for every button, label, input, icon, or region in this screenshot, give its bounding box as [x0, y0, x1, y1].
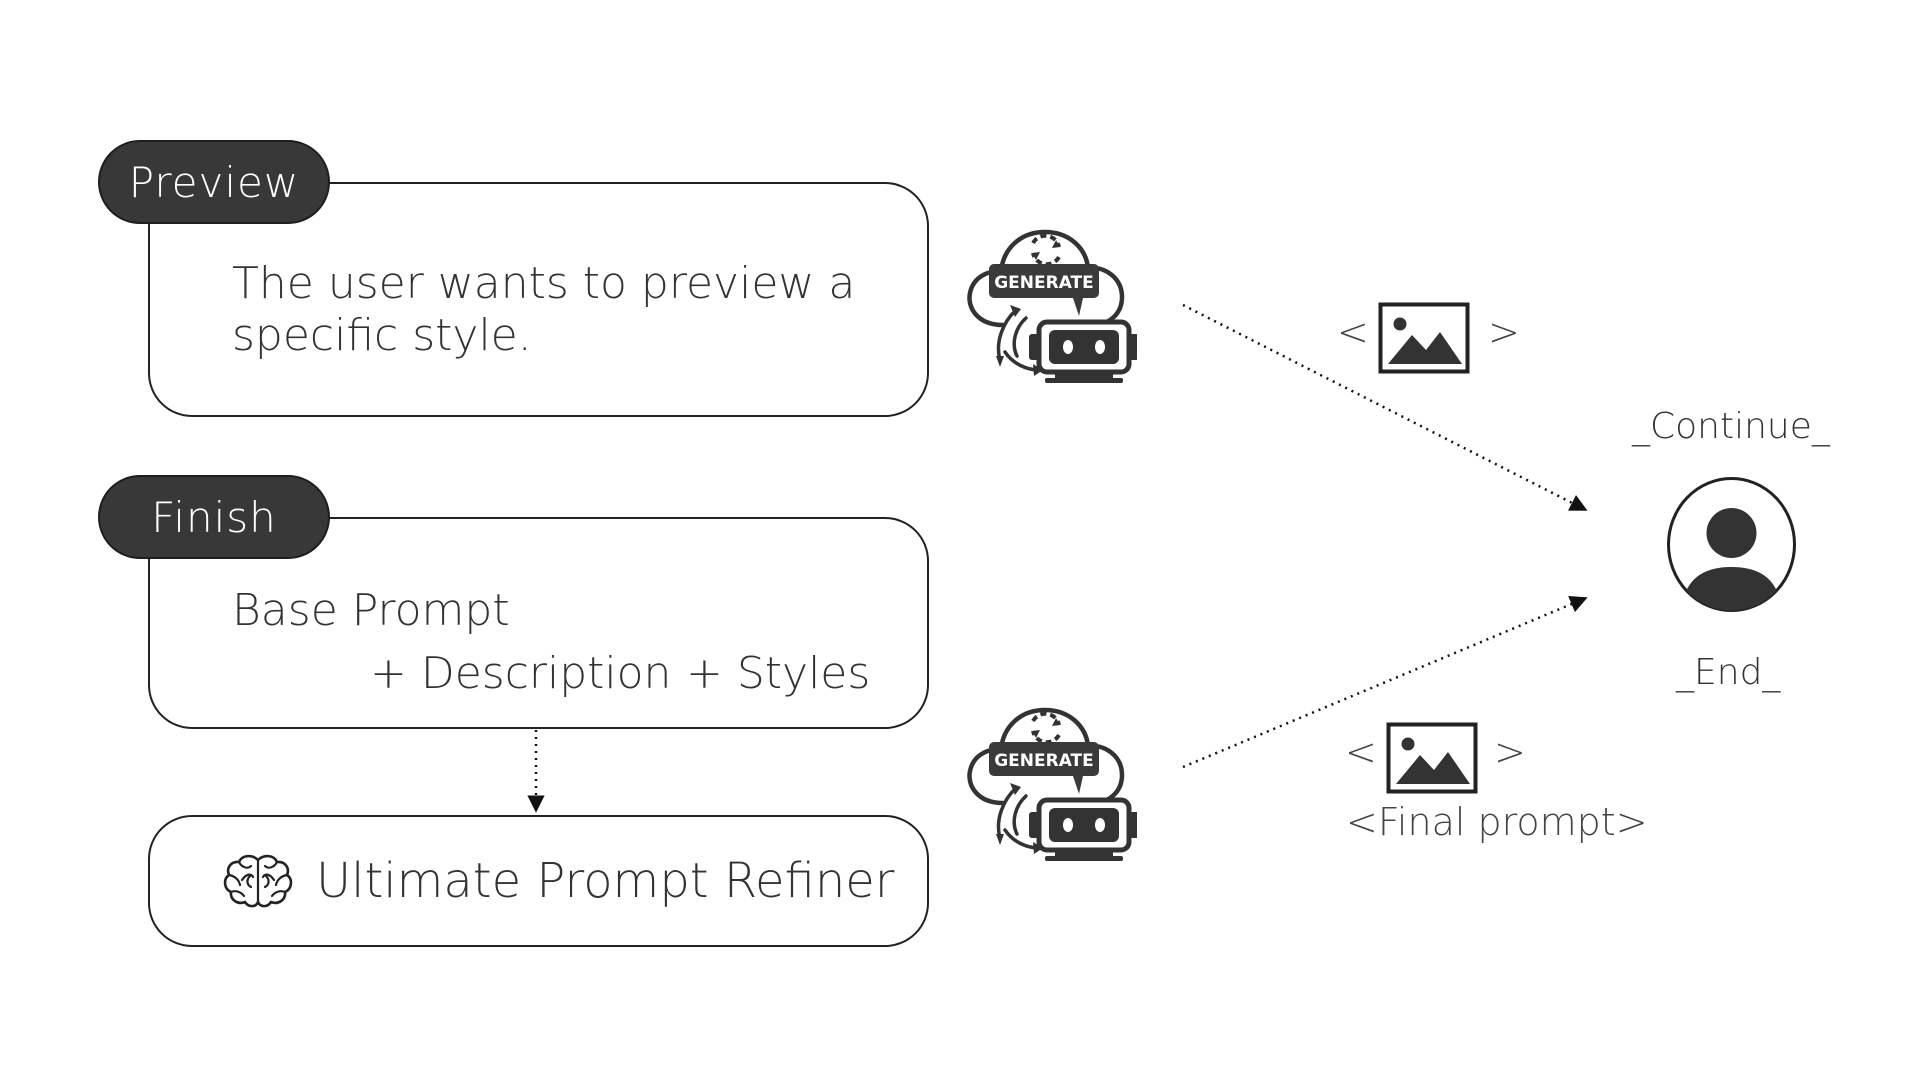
generate-badge-text: GENERATE — [994, 751, 1094, 771]
image-bracket-left: < — [1345, 730, 1377, 774]
user-avatar-icon — [1667, 477, 1796, 612]
final-prompt-label: <Final prompt> — [1346, 800, 1648, 844]
base-prompt-label: Base Prompt — [232, 585, 510, 636]
plus-styles-label: + Styles — [686, 648, 871, 699]
continue-label: _Continue_ — [1632, 406, 1830, 447]
preview-tag: Preview — [98, 140, 330, 224]
cloud-robot-generate-icon: GENERATE — [967, 707, 1137, 861]
finish-tag: Finish — [98, 475, 330, 559]
generate-badge-text: GENERATE — [994, 273, 1094, 293]
image-bracket-right: > — [1494, 730, 1526, 774]
image-bracket-right: > — [1488, 310, 1520, 354]
flow-diagram: Preview The user wants to preview a spec… — [0, 0, 1920, 1080]
image-placeholder-icon — [1386, 722, 1478, 794]
refiner-title: Ultimate Prompt Refiner — [316, 853, 895, 909]
image-placeholder-icon — [1378, 302, 1470, 374]
preview-description: The user wants to preview a specific sty… — [232, 258, 856, 361]
image-bracket-left: < — [1337, 310, 1369, 354]
brain-icon — [223, 854, 293, 908]
end-label: _End_ — [1676, 652, 1781, 693]
plus-description-label: + Description — [370, 648, 672, 699]
cloud-robot-generate-icon: GENERATE — [967, 229, 1137, 383]
